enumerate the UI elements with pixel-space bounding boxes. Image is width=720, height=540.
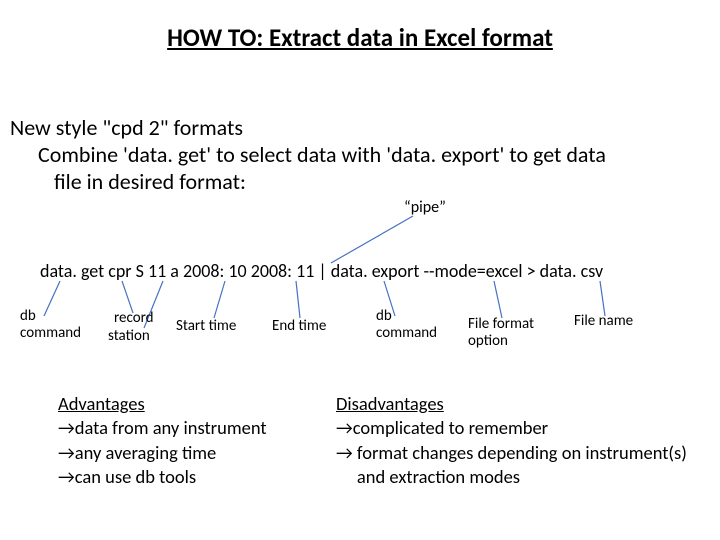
intro-block: New style "cpd 2" formats Combine 'data.… [10,114,710,195]
line-format [494,281,502,318]
adv-item-1: →data from any instrument [58,416,267,440]
arrow-icon: → [58,465,75,488]
command-line: data. get cpr S 11 a 2008: 10 2008: 11 |… [40,260,690,282]
slide: HOW TO: Extract data in Excel format New… [0,0,720,540]
arrow-icon: → [336,416,353,439]
intro-line-3: file in desired format: [54,168,710,195]
disadvantages-block: Disadvantages →complicated to remember →… [336,392,687,490]
line-start [214,281,225,318]
ann-file-format: File format option [468,316,534,351]
line-pipe [331,216,413,263]
advantages-header: Advantages [58,392,267,416]
intro-line-2: Combine 'data. get' to select data with … [38,141,710,168]
line-filename [600,281,605,316]
arrow-icon: → [336,441,353,464]
ann-station: station [108,328,150,345]
ann-end-time: End time [272,318,326,335]
ann-db-command-2: db command [376,308,437,343]
ann-db-command-1: db command [20,308,81,343]
line-end [296,281,300,318]
adv-item-3: →can use db tools [58,465,267,489]
adv-item-2: →any averaging time [58,441,267,465]
pipe-label: “pipe” [404,198,446,217]
disadvantages-header: Disadvantages [336,392,687,416]
arrow-icon: → [58,416,75,439]
dis-item-2: → format changes depending on instrument… [336,441,687,465]
advantages-block: Advantages →data from any instrument →an… [58,392,267,490]
ann-record: record [114,310,154,327]
dis-item-3: → and extraction modes [336,465,687,489]
arrow-icon: → [58,441,75,464]
intro-line-1: New style "cpd 2" formats [10,114,710,141]
page-title: HOW TO: Extract data in Excel format [0,22,720,53]
ann-start-time: Start time [176,318,236,335]
dis-item-1: →complicated to remember [336,416,687,440]
ann-file-name: File name [574,313,633,330]
